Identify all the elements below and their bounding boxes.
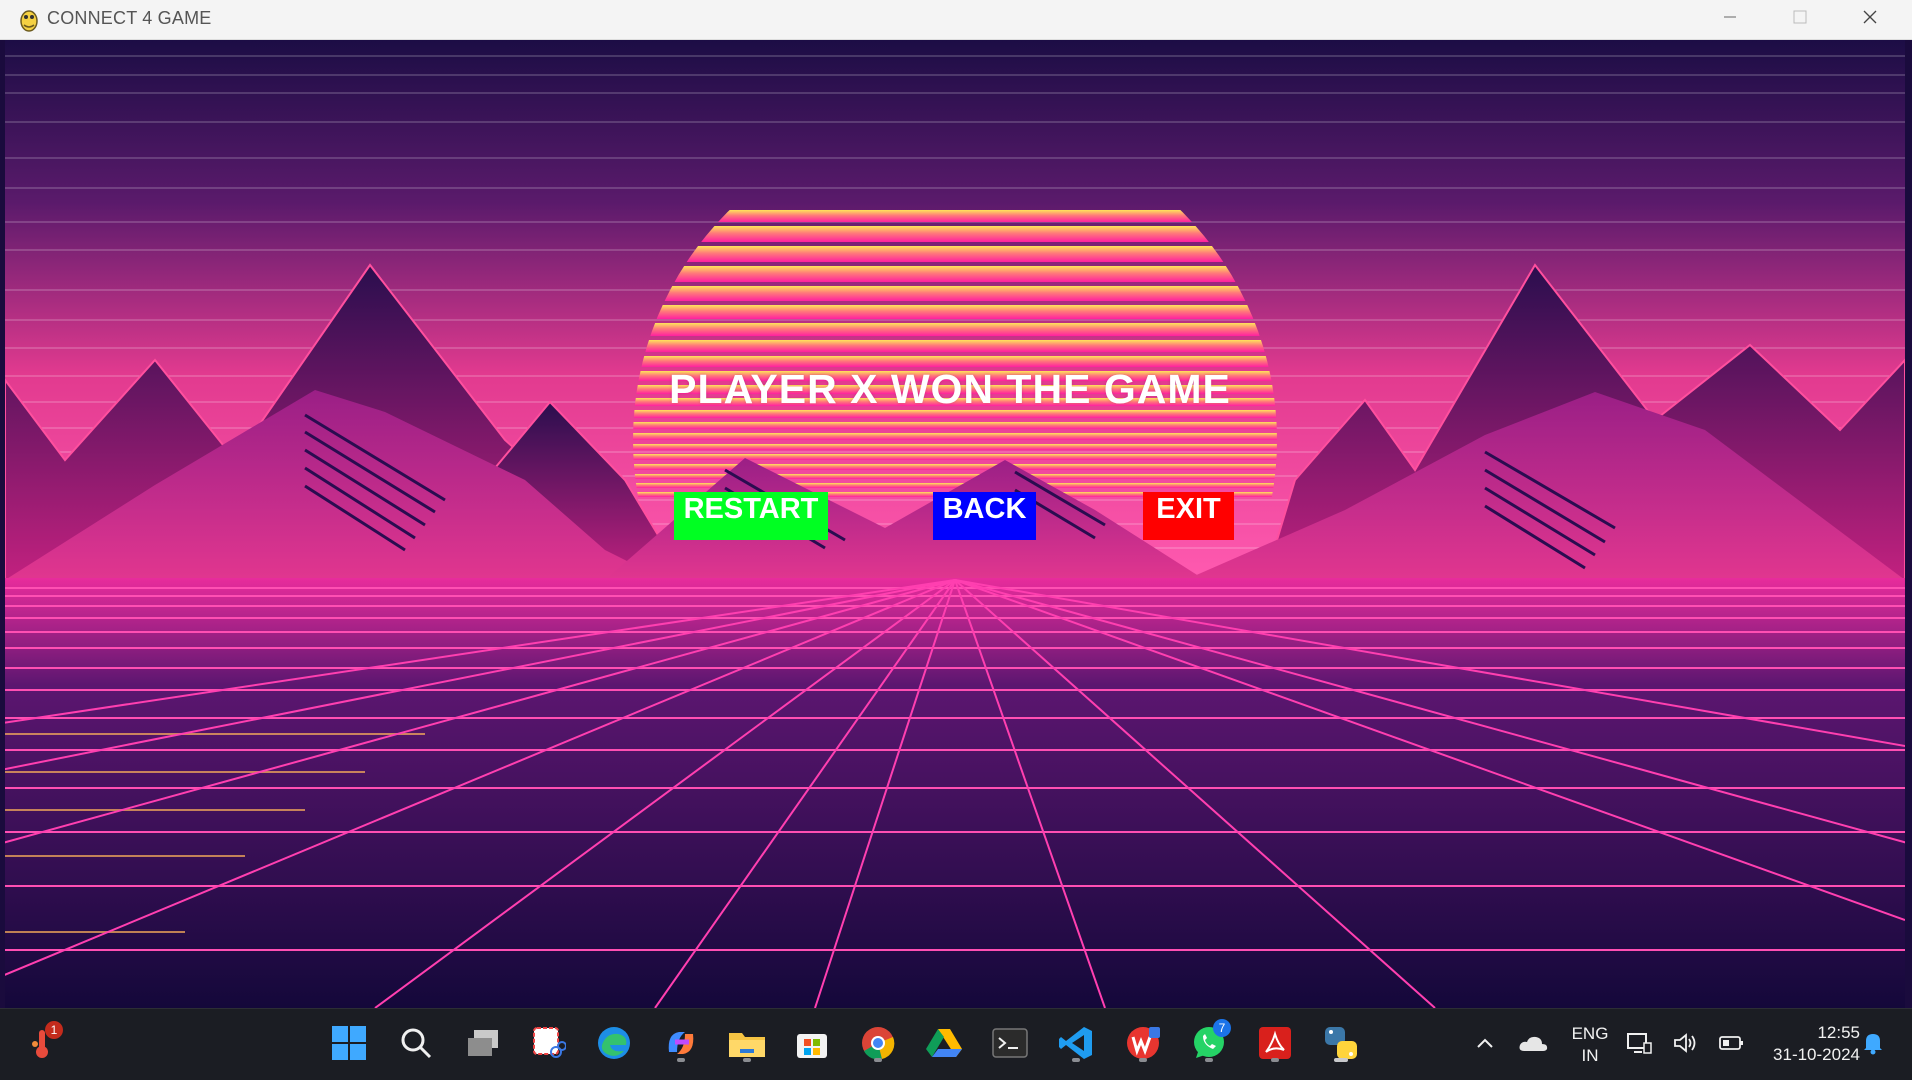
terminal-button[interactable] <box>990 1025 1030 1065</box>
edge-icon <box>596 1025 632 1066</box>
file-explorer-button[interactable] <box>727 1025 767 1065</box>
minimize-button[interactable] <box>1695 0 1765 39</box>
start-button[interactable] <box>329 1025 369 1065</box>
notifications-button[interactable] <box>1856 1025 1890 1065</box>
running-indicator <box>1271 1058 1279 1062</box>
running-indicator <box>677 1058 685 1062</box>
exit-button[interactable]: EXIT <box>1143 492 1234 540</box>
running-indicator <box>1072 1058 1080 1062</box>
network-icon <box>1626 1031 1652 1060</box>
chevron-up-icon <box>1476 1036 1494 1054</box>
python-snake-icon <box>14 5 44 35</box>
python-button[interactable] <box>1321 1025 1361 1065</box>
battery-icon <box>1718 1033 1746 1058</box>
running-indicator <box>1334 1058 1348 1062</box>
terminal-icon <box>992 1027 1028 1063</box>
clock-time: 12:55 <box>1817 1023 1860 1042</box>
maximize-button[interactable] <box>1765 0 1835 39</box>
snipping-tool-icon <box>532 1026 567 1065</box>
quick-settings-button[interactable] <box>1626 1025 1746 1065</box>
language-bottom: IN <box>1581 1046 1599 1065</box>
bell-icon <box>1862 1031 1884 1060</box>
running-indicator <box>1205 1058 1213 1062</box>
weather-widget[interactable]: 1 <box>22 1021 63 1065</box>
running-indicator <box>1139 1058 1147 1062</box>
close-icon <box>1862 9 1878 30</box>
running-indicator <box>874 1058 882 1062</box>
search-button[interactable] <box>396 1025 436 1065</box>
show-hidden-icons-button[interactable] <box>1465 1025 1505 1065</box>
snipping-tool-button[interactable] <box>529 1025 569 1065</box>
onedrive-cloud-icon <box>1518 1033 1548 1058</box>
maximize-icon <box>1793 10 1807 29</box>
task-view-icon <box>466 1028 500 1063</box>
window-titlebar: CONNECT 4 GAME <box>0 0 1912 40</box>
volume-icon <box>1672 1031 1698 1060</box>
onedrive-button[interactable] <box>1513 1025 1553 1065</box>
acrobat-button[interactable] <box>1255 1025 1295 1065</box>
vscode-button[interactable] <box>1056 1025 1096 1065</box>
taskbar: 1 7 ENG IN 12:55 31-10-2024 <box>0 1008 1912 1080</box>
close-button[interactable] <box>1835 0 1905 39</box>
copilot-button[interactable] <box>661 1025 701 1065</box>
google-drive-button[interactable] <box>924 1025 964 1065</box>
edge-button[interactable] <box>594 1025 634 1065</box>
back-button[interactable]: BACK <box>933 492 1036 540</box>
window-title: CONNECT 4 GAME <box>47 8 212 28</box>
google-drive-icon <box>926 1027 962 1064</box>
whatsapp-button[interactable]: 7 <box>1189 1019 1231 1065</box>
minimize-icon <box>1723 10 1737 29</box>
running-indicator <box>743 1058 751 1062</box>
restart-button[interactable]: RESTART <box>674 492 828 540</box>
game-canvas: PLAYER X WON THE GAME RESTART BACK EXIT <box>5 40 1905 1008</box>
microsoft-store-icon <box>795 1026 829 1065</box>
search-icon <box>400 1027 432 1064</box>
wps-office-button[interactable] <box>1123 1025 1163 1065</box>
clock-date: 31-10-2024 <box>1773 1045 1860 1064</box>
language-top: ENG <box>1571 1024 1609 1043</box>
microsoft-store-button[interactable] <box>792 1025 832 1065</box>
clock[interactable]: 12:55 31-10-2024 <box>1750 1022 1860 1066</box>
whatsapp-badge: 7 <box>1213 1019 1231 1037</box>
task-view-button[interactable] <box>463 1025 503 1065</box>
language-indicator[interactable]: ENG IN <box>1565 1023 1615 1067</box>
weather-badge: 1 <box>45 1021 63 1039</box>
winner-message: PLAYER X WON THE GAME <box>669 366 1231 412</box>
start-icon <box>332 1025 366 1065</box>
chrome-button[interactable] <box>858 1025 898 1065</box>
